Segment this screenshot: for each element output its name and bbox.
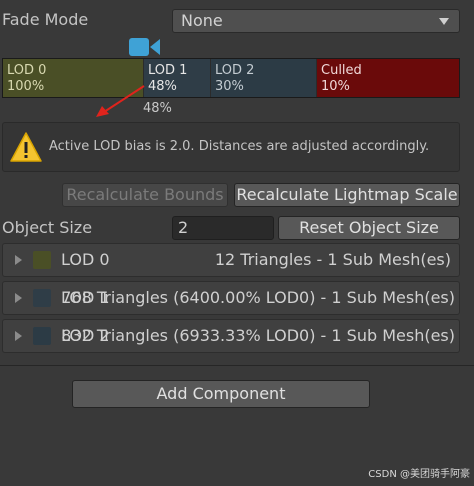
lod-foldout-label: LOD 0 — [61, 250, 110, 269]
info-box: Active LOD bias is 2.0. Distances are ad… — [2, 122, 460, 172]
watermark: CSDN @美团骑手阿豪 — [368, 469, 470, 480]
lod-foldout-info: 12 Triangles - 1 Sub Mesh(es) — [214, 250, 451, 269]
fade-mode-dropdown[interactable]: None — [172, 9, 460, 33]
object-size-input[interactable]: 2 — [172, 216, 274, 240]
lod-marker-label: 48% — [143, 101, 172, 116]
reset-object-size-button[interactable]: Reset Object Size — [278, 216, 460, 240]
lod-segment-name: LOD 2 — [215, 63, 255, 78]
chevron-down-icon — [439, 18, 449, 25]
expand-arrow-icon[interactable] — [15, 293, 22, 303]
lod-segment-name: LOD 1 — [148, 63, 188, 78]
lod-color-swatch — [33, 289, 51, 307]
expand-arrow-icon[interactable] — [15, 331, 22, 341]
lod-color-swatch — [33, 251, 51, 269]
lod-segment-percent: 48% — [148, 79, 177, 94]
fade-mode-value: None — [181, 11, 223, 30]
lod-segment-name: LOD 0 — [7, 63, 47, 78]
recalculate-bounds-button[interactable]: Recalculate Bounds — [62, 183, 228, 207]
lod-foldout-0[interactable]: LOD 0 12 Triangles - 1 Sub Mesh(es) — [2, 243, 460, 277]
lod-foldout-info: 768 Triangles (6400.00% LOD0) - 1 Sub Me… — [61, 288, 455, 307]
lod-foldout-1[interactable]: LOD 1 768 Triangles (6400.00% LOD0) - 1 … — [2, 281, 460, 315]
lod-segment-1[interactable]: LOD 1 48% — [144, 59, 210, 97]
lod-segment-culled[interactable]: Culled 10% — [317, 59, 459, 97]
object-size-label: Object Size — [2, 218, 93, 237]
expand-arrow-icon[interactable] — [15, 255, 22, 265]
lod-color-swatch — [33, 327, 51, 345]
fade-mode-label: Fade Mode — [2, 10, 89, 29]
section-divider — [0, 365, 474, 366]
lod-group-bar[interactable]: LOD 0 100% LOD 1 48% LOD 2 30% Culled 10… — [2, 58, 460, 98]
lod-segment-name: Culled — [321, 63, 362, 78]
warning-icon — [10, 132, 42, 162]
info-message: Active LOD bias is 2.0. Distances are ad… — [49, 139, 430, 154]
lod-segment-percent: 30% — [215, 79, 244, 94]
add-component-button[interactable]: Add Component — [72, 380, 370, 408]
camera-icon[interactable] — [128, 36, 162, 58]
lod-foldout-info: 832 Triangles (6933.33% LOD0) - 1 Sub Me… — [61, 326, 455, 345]
lod-segment-2[interactable]: LOD 2 30% — [211, 59, 316, 97]
lod-segment-percent: 10% — [321, 79, 350, 94]
recalculate-lightmap-scale-button[interactable]: Recalculate Lightmap Scale — [234, 183, 460, 207]
lod-foldout-2[interactable]: LOD 2 832 Triangles (6933.33% LOD0) - 1 … — [2, 319, 460, 353]
